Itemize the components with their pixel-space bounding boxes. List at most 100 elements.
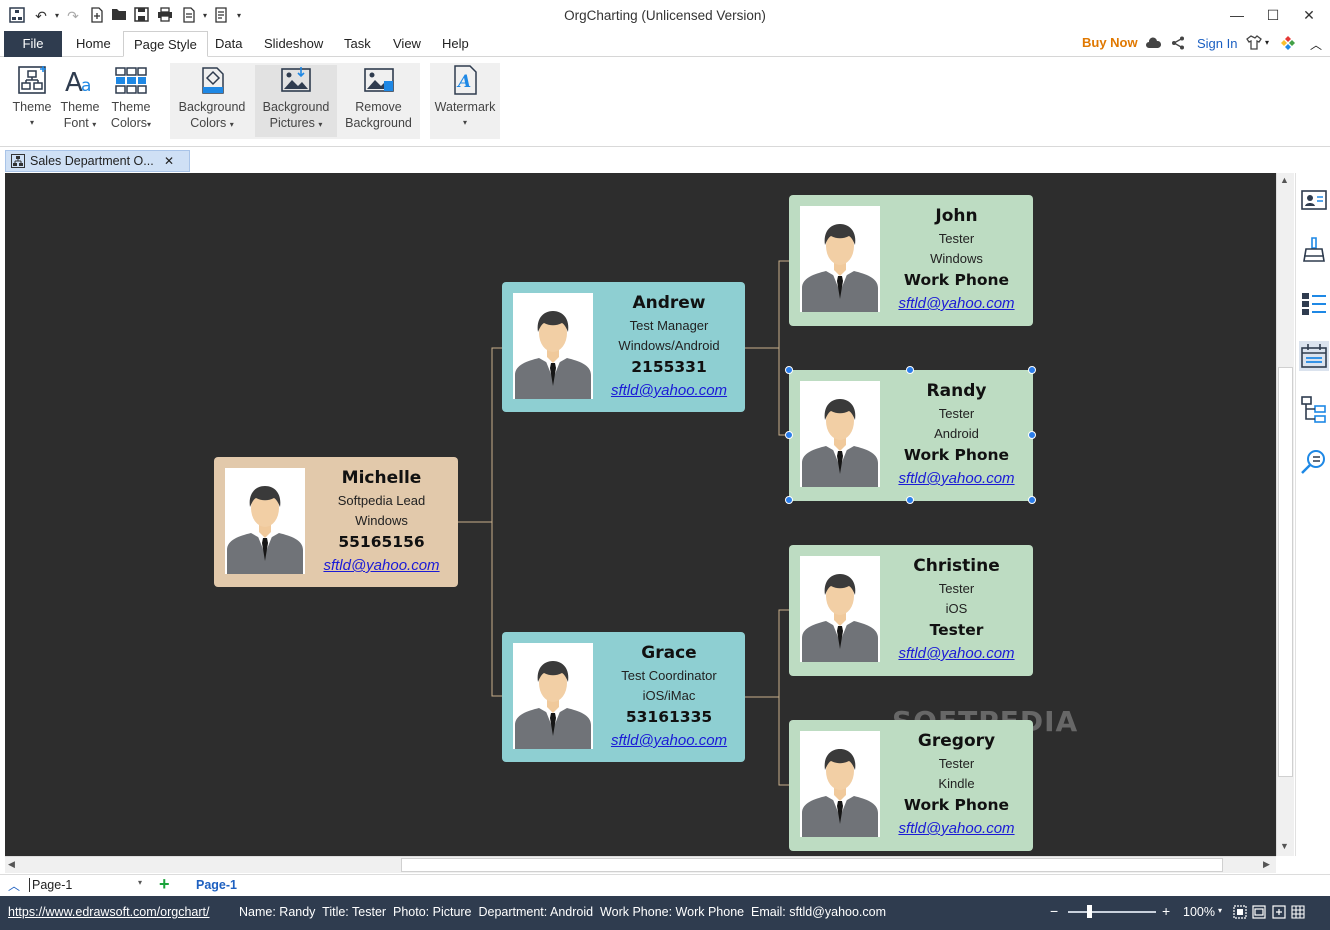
zoom-in-icon[interactable]: + [1162, 903, 1170, 919]
menu-task[interactable]: Task [344, 31, 371, 57]
org-card-christine[interactable]: Christine Tester iOS Tester sftld@yahoo.… [789, 545, 1033, 676]
scroll-down-icon[interactable]: ▼ [1280, 841, 1289, 851]
org-card-michelle[interactable]: Michelle Softpedia Lead Windows 55165156… [214, 457, 458, 587]
org-card-gregory[interactable]: Gregory Tester Kindle Work Phone sftld@y… [789, 720, 1033, 851]
website-link[interactable]: https://www.edrawsoft.com/orgchart/ [8, 905, 209, 919]
zoom-slider-thumb[interactable] [1087, 905, 1092, 918]
horizontal-scroll-thumb[interactable] [401, 858, 1223, 872]
page-tab-bar: ︿ Page-1 ▾ + Page-1 [0, 874, 1330, 896]
selection-handle-left[interactable] [785, 431, 793, 439]
app-icon [8, 7, 26, 25]
employee-email-link[interactable]: sftld@yahoo.com [884, 295, 1029, 312]
theme-dropdown-icon[interactable]: ▾ [1265, 38, 1269, 47]
format-brush-icon[interactable] [1299, 235, 1329, 265]
sign-in-link[interactable]: Sign In [1197, 36, 1237, 51]
employee-email-link[interactable]: sftld@yahoo.com [597, 382, 741, 399]
vertical-scroll-thumb[interactable] [1278, 367, 1293, 777]
background-colors-button[interactable]: Background Colors ▾ [172, 65, 252, 137]
employee-email-link[interactable]: sftld@yahoo.com [884, 820, 1029, 837]
data-fields-icon[interactable] [1299, 341, 1329, 371]
remove-background-button[interactable]: Remove Background [339, 65, 418, 137]
scroll-left-icon[interactable]: ◀ [8, 859, 15, 870]
horizontal-scrollbar[interactable]: ◀ ▶ [5, 856, 1276, 873]
add-page-icon[interactable]: + [159, 875, 170, 893]
page-list-toggle-icon[interactable]: ︿ [8, 877, 20, 894]
apps-icon[interactable] [1280, 35, 1296, 54]
document-tab[interactable]: Sales Department O... ✕ [5, 150, 190, 172]
page-selector[interactable]: Page-1 [29, 878, 72, 892]
document-tab-bar: Sales Department O... ✕ [0, 148, 1330, 173]
selection-handle-bottom-left[interactable] [785, 496, 793, 504]
maximize-button[interactable]: ☐ [1258, 4, 1288, 26]
page-selector-dropdown-icon[interactable]: ▾ [138, 878, 142, 887]
file-menu[interactable]: File [4, 31, 62, 57]
theme-colors-button[interactable]: Theme Colors▾ [106, 65, 156, 137]
customize-toolbar-icon[interactable]: ▾ [230, 7, 248, 25]
fit-drawing-icon[interactable] [1272, 905, 1286, 922]
redo-icon[interactable]: ↷ [64, 7, 82, 25]
employee-title: Tester [938, 581, 975, 596]
employee-name: Gregory [917, 731, 996, 751]
print-icon[interactable] [156, 7, 174, 25]
employee-email-link[interactable]: sftld@yahoo.com [597, 732, 741, 749]
zoom-level-dropdown-icon[interactable]: ▾ [1218, 906, 1222, 915]
new-file-icon[interactable] [88, 7, 106, 25]
employee-email-link[interactable]: sftld@yahoo.com [309, 557, 454, 574]
theme-font-button[interactable]: Aa Theme Font ▾ [56, 65, 104, 137]
scroll-up-icon[interactable]: ▲ [1280, 175, 1289, 185]
theme-shirt-icon[interactable] [1246, 35, 1262, 53]
cloud-icon[interactable] [1145, 36, 1162, 53]
find-replace-icon[interactable] [1299, 447, 1329, 477]
org-card-john[interactable]: John Tester Windows Work Phone sftld@yah… [789, 195, 1033, 326]
share-icon[interactable] [1171, 36, 1185, 53]
buy-now-link[interactable]: Buy Now [1082, 35, 1138, 50]
fit-page-icon[interactable] [1233, 905, 1247, 922]
close-tab-icon[interactable]: ✕ [164, 151, 174, 171]
org-card-grace[interactable]: Grace Test Coordinator iOS/iMac 53161335… [502, 632, 745, 762]
menu-slideshow[interactable]: Slideshow [264, 31, 323, 57]
ribbon: Theme ▾ Aa Theme Font ▾ Theme Colors▾ Ba… [0, 57, 1330, 147]
selection-handle-bottom-right[interactable] [1028, 496, 1036, 504]
menu-data[interactable]: Data [215, 31, 242, 57]
menu-home[interactable]: Home [76, 31, 111, 57]
menu-view[interactable]: View [393, 31, 421, 57]
org-card-randy[interactable]: Randy Tester Android Work Phone sftld@ya… [789, 370, 1033, 501]
menu-page-style[interactable]: Page Style [123, 31, 208, 57]
hierarchy-tree-icon[interactable] [1299, 394, 1329, 424]
selection-handle-top[interactable] [906, 366, 914, 374]
menu-help[interactable]: Help [442, 31, 469, 57]
watermark-button[interactable]: A Watermark ▾ [430, 65, 500, 137]
employee-phone: Work Phone [903, 446, 1010, 464]
org-card-andrew[interactable]: Andrew Test Manager Windows/Android 2155… [502, 282, 745, 412]
org-chart-file-icon [11, 154, 25, 174]
save-icon[interactable] [132, 7, 150, 25]
background-pictures-button[interactable]: Background Pictures ▾ [255, 65, 337, 137]
contact-card-icon[interactable] [1299, 185, 1329, 215]
document-options-icon[interactable] [212, 7, 230, 25]
selection-handle-top-right[interactable] [1028, 366, 1036, 374]
theme-button[interactable]: Theme ▾ [8, 65, 56, 137]
zoom-slider[interactable] [1068, 911, 1156, 913]
selection-handle-right[interactable] [1028, 431, 1036, 439]
scroll-right-icon[interactable]: ▶ [1263, 859, 1270, 870]
org-chart-canvas[interactable]: SOFTPEDIA Michelle Softpedia Lead Window… [5, 173, 1276, 856]
open-folder-icon[interactable] [110, 7, 128, 25]
fit-width-icon[interactable] [1252, 905, 1266, 922]
page-tab-active[interactable]: Page-1 [196, 878, 237, 892]
employee-department: iOS [945, 601, 968, 616]
list-view-icon[interactable] [1299, 288, 1329, 318]
employee-email-link[interactable]: sftld@yahoo.com [884, 470, 1029, 487]
employee-email-link[interactable]: sftld@yahoo.com [884, 645, 1029, 662]
minimize-button[interactable]: — [1222, 4, 1252, 26]
theme-colors-label-1: Theme [111, 100, 151, 114]
person-avatar [513, 293, 593, 399]
collapse-ribbon-icon[interactable]: ︿ [1310, 36, 1322, 53]
selection-handle-bottom[interactable] [906, 496, 914, 504]
vertical-scrollbar[interactable]: ▲ ▼ [1276, 173, 1294, 856]
selection-handle-top-left[interactable] [785, 366, 793, 374]
selection-details: Name: Randy Title: Tester Photo: Picture… [239, 905, 887, 919]
theme-caret-icon: ▾ [29, 118, 34, 127]
grid-toggle-icon[interactable] [1291, 905, 1305, 922]
zoom-out-icon[interactable]: − [1050, 903, 1058, 919]
close-button[interactable]: ✕ [1294, 4, 1324, 26]
